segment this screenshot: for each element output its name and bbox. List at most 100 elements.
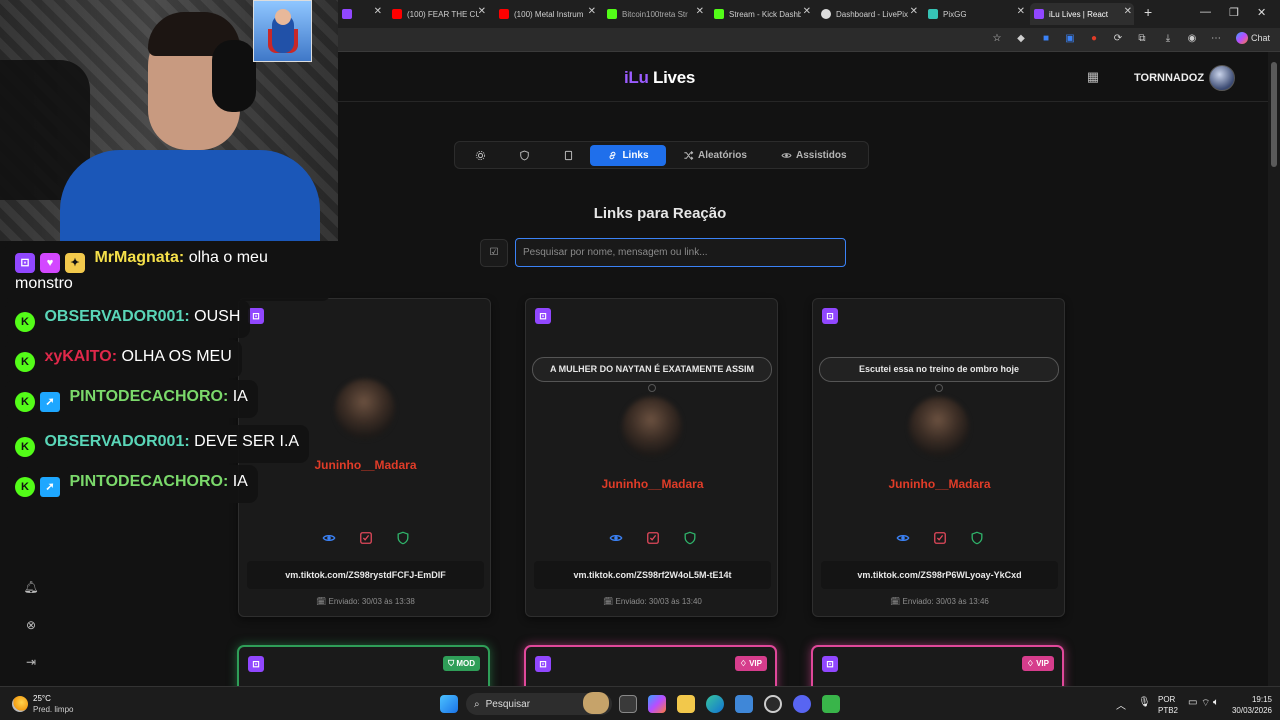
mark-checkbox-icon[interactable] — [359, 531, 373, 545]
twitch-favicon-icon — [342, 9, 352, 19]
refresh-ext-icon[interactable]: ⟳ — [1112, 33, 1124, 45]
tab-moderation[interactable] — [513, 145, 536, 166]
chat-text: OUSH — [194, 308, 241, 325]
moderate-shield-icon[interactable] — [396, 531, 410, 545]
star-icon[interactable]: ☆ — [991, 33, 1003, 45]
browser-tab[interactable]: ✕ — [338, 3, 386, 25]
author-name[interactable]: Juninho__Madara — [813, 477, 1066, 491]
collections-icon[interactable]: ⧉ — [1136, 33, 1148, 45]
browser-tab-active[interactable]: iLu Lives | React ✕ — [1030, 3, 1134, 25]
close-tab-icon[interactable]: ✕ — [1124, 6, 1132, 17]
search-input[interactable] — [515, 238, 846, 267]
tab-random[interactable]: Aleatórios — [677, 145, 753, 166]
close-tab-icon[interactable]: ✕ — [588, 6, 596, 17]
avatar[interactable] — [1209, 65, 1235, 91]
shield-ext-icon[interactable]: ■ — [1040, 33, 1052, 45]
link-url[interactable]: vm.tiktok.com/ZS98rf2W4oL5M-tE14t — [534, 561, 771, 589]
browser-tab[interactable]: Bitcoin100treta Str ✕ — [603, 3, 706, 25]
tab-label: Stream - Kick Dashb — [729, 9, 801, 19]
weather-temperature[interactable]: 25°C — [33, 694, 51, 703]
headphones — [212, 40, 256, 112]
ublock-icon[interactable]: ● — [1088, 33, 1100, 45]
link-url[interactable]: vm.tiktok.com/ZS98rystdFCFJ-EmDIF — [247, 561, 484, 589]
browser-tab[interactable]: (100) Metal Instrum ✕ — [495, 3, 598, 25]
search-label: Pesquisar — [485, 698, 531, 710]
clock-date[interactable]: 30/03/2026 — [1226, 706, 1272, 715]
badge-label: VIP — [1036, 659, 1049, 668]
keyboard-layout[interactable]: PTB2 — [1158, 706, 1178, 715]
task-view-icon[interactable] — [619, 695, 637, 713]
close-tab-icon[interactable]: ✕ — [696, 6, 704, 17]
clock-time[interactable]: 19:15 — [1232, 695, 1272, 704]
moderate-shield-icon[interactable] — [683, 531, 697, 545]
profile-icon[interactable]: ◉ — [1186, 33, 1198, 45]
kick-favicon-icon — [607, 9, 617, 19]
section-tabs: Links Aleatórios Assistidos — [454, 141, 869, 169]
chat-app-icon[interactable] — [822, 695, 840, 713]
widgets-icon[interactable] — [583, 692, 609, 714]
link-card-vip[interactable]: ⊡ ♢ VIP — [524, 645, 777, 686]
close-tab-icon[interactable]: ✕ — [910, 6, 918, 17]
tab-links[interactable]: Links — [590, 145, 666, 166]
vip-badge: ♢ VIP — [1021, 656, 1054, 671]
windows-start-icon[interactable] — [440, 695, 458, 713]
link-card[interactable]: ⊡ Escutei essa no treino de ombro hoje J… — [812, 298, 1065, 617]
close-tab-icon[interactable]: ✕ — [374, 6, 382, 17]
photos-app-icon[interactable] — [735, 695, 753, 713]
microphone-icon[interactable]: 🎙︎ — [1138, 697, 1151, 708]
mark-checkbox-icon[interactable] — [646, 531, 660, 545]
file-explorer-icon[interactable] — [677, 695, 695, 713]
download-icon[interactable]: ⤓ — [1162, 33, 1174, 45]
author-name[interactable]: Juninho__Madara — [526, 477, 779, 491]
watch-eye-icon[interactable] — [322, 531, 336, 545]
link-url[interactable]: vm.tiktok.com/ZS98rP6WLyoay-YkCxd — [821, 561, 1058, 589]
page-scrollbar[interactable] — [1268, 52, 1280, 686]
display-icon[interactable]: ▭ — [1188, 697, 1197, 708]
extension-cubes-icon[interactable]: ▦ — [1085, 69, 1101, 85]
close-tab-icon[interactable]: ✕ — [803, 6, 811, 17]
tab-saved[interactable] — [557, 145, 580, 166]
input-language[interactable]: POR — [1158, 695, 1175, 704]
browser-tab[interactable]: Dashboard - LivePix ✕ — [817, 3, 920, 25]
close-tab-icon[interactable]: ✕ — [478, 6, 486, 17]
minimize-icon[interactable]: — — [1200, 6, 1211, 18]
weather-sun-icon[interactable] — [12, 696, 28, 712]
link-card-vip[interactable]: ⊡ ♢ VIP — [811, 645, 1064, 686]
link-card[interactable]: ⊡ A MULHER DO NAYTAN É EXATAMENTE ASSIM … — [525, 298, 778, 617]
close-tab-icon[interactable]: ✕ — [1017, 6, 1025, 17]
browser-tab[interactable]: PixGG ✕ — [924, 3, 1027, 25]
browser-tab[interactable]: (100) FEAR THE CU ✕ — [388, 3, 488, 25]
tab-watched[interactable]: Assistidos — [775, 145, 853, 166]
watch-eye-icon[interactable] — [896, 531, 910, 545]
sent-timestamp: 🗓︎ Enviado: 30/03 às 13:38 — [239, 597, 492, 606]
watch-eye-icon[interactable] — [609, 531, 623, 545]
browser-tab[interactable]: Stream - Kick Dashb ✕ — [710, 3, 813, 25]
scrollbar-thumb[interactable] — [1271, 62, 1277, 167]
volume-icon[interactable]: 🔈︎ — [1213, 697, 1219, 708]
username[interactable]: TORNNADOZ — [1134, 72, 1204, 84]
restore-icon[interactable]: ❐ — [1229, 6, 1239, 19]
site-logo[interactable]: iLu Lives — [624, 68, 695, 88]
extension-icon[interactable]: ◆ — [1015, 33, 1027, 45]
tray-chevron-icon[interactable]: ︿ — [1116, 697, 1126, 712]
logout-icon[interactable]: ⇥ — [22, 655, 40, 673]
close-window-icon[interactable]: ✕ — [1257, 6, 1266, 19]
copilot-app-icon[interactable] — [648, 695, 666, 713]
new-tab-icon[interactable]: + — [1144, 4, 1152, 20]
mark-checkbox-icon[interactable] — [933, 531, 947, 545]
filter-button[interactable]: ☑ — [480, 239, 508, 267]
support-icon[interactable]: ⊗ — [22, 618, 40, 636]
link-card-mod[interactable]: ⊡ ⛉ MOD — [237, 645, 490, 686]
wifi-icon[interactable]: ⌔ — [1201, 697, 1210, 710]
tab-settings[interactable] — [469, 145, 492, 166]
copilot-chat-button[interactable]: Chat — [1236, 32, 1270, 44]
weather-status[interactable]: Pred. limpo — [33, 705, 73, 714]
obs-app-icon[interactable] — [764, 695, 782, 713]
discord-icon[interactable] — [793, 695, 811, 713]
chat-text: IA — [232, 473, 248, 490]
more-options-icon[interactable]: ⋯ — [1210, 33, 1222, 45]
notification-bell-icon[interactable]: 🔔︎ — [22, 580, 40, 598]
moderate-shield-icon[interactable] — [970, 531, 984, 545]
edge-browser-icon[interactable] — [706, 695, 724, 713]
translate-icon[interactable]: ▣ — [1064, 33, 1076, 45]
